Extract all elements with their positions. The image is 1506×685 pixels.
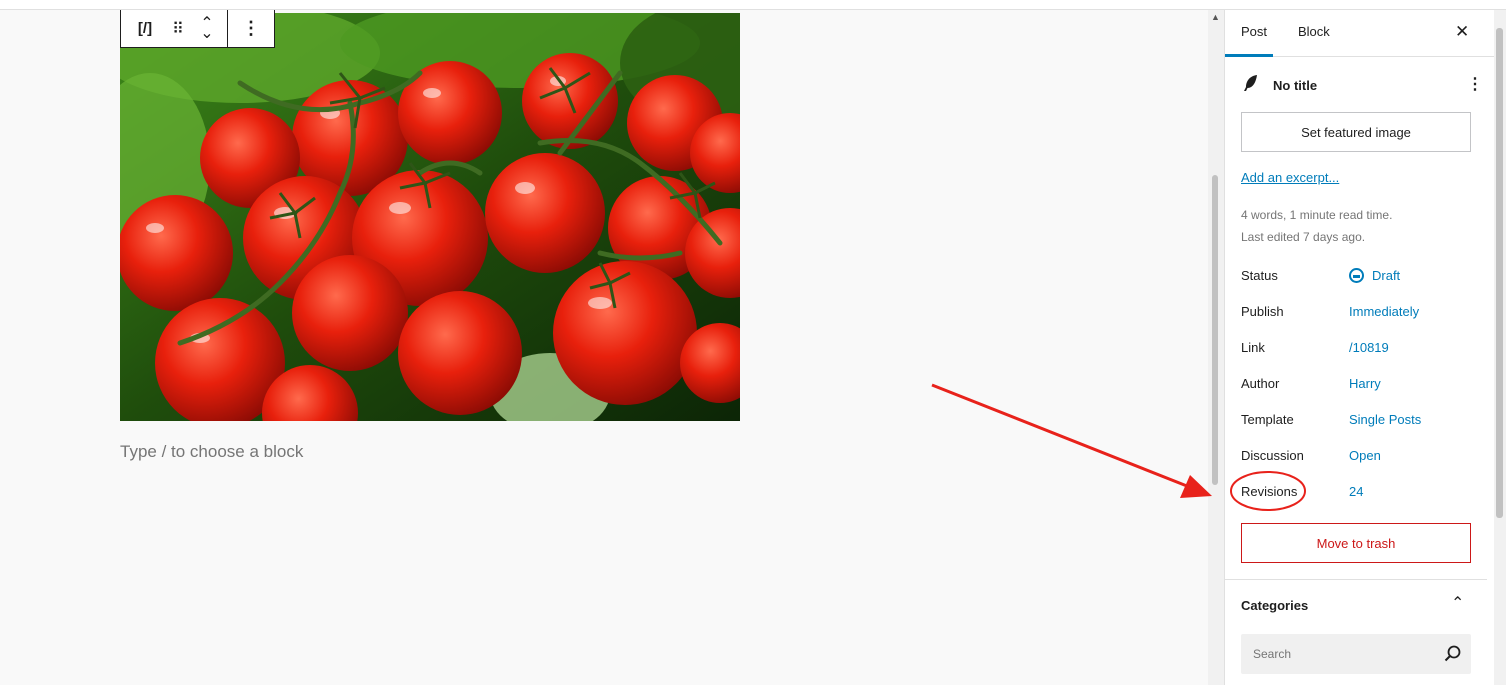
last-edited: Last edited 7 days ago. [1241,230,1366,244]
link-value[interactable]: /10819 [1349,340,1389,355]
tab-block[interactable]: Block [1298,24,1330,39]
sidebar-scrollbar-thumb[interactable] [1496,28,1503,518]
top-bar [0,0,1506,10]
post-summary: No title ⋮ [1241,74,1483,98]
canvas-scrollbar[interactable]: ▲ [1208,10,1224,685]
discussion-value[interactable]: Open [1349,448,1381,463]
categories-search [1241,634,1471,674]
tab-post[interactable]: Post [1241,24,1267,39]
add-excerpt-link[interactable]: Add an excerpt... [1241,170,1339,185]
template-value[interactable]: Single Posts [1349,412,1421,427]
post-meta: 4 words, 1 minute read time. Last edited… [1241,204,1392,248]
author-label: Author [1241,376,1280,391]
author-value[interactable]: Harry [1349,376,1381,391]
close-icon[interactable]: ✕ [1455,22,1469,42]
block-toolbar: [/] ⠿ ⌃ ⌄ ⋮ [120,10,275,48]
set-featured-image-button[interactable]: Set featured image [1241,112,1471,152]
search-icon[interactable] [1443,644,1463,664]
move-block-control: ⌃ ⌄ [187,10,227,48]
status-label: Status [1241,268,1278,283]
block-placeholder[interactable]: Type / to choose a block [120,442,303,462]
template-label: Template [1241,412,1294,427]
shortcode-icon[interactable]: [/] [121,10,169,48]
chevron-up-icon[interactable]: ⌃ [1451,593,1464,613]
word-count: 4 words, 1 minute read time. [1241,208,1393,222]
canvas-scrollbar-thumb[interactable] [1212,175,1218,485]
post-title: No title [1273,78,1318,93]
sidebar-scrollbar[interactable] [1494,10,1506,685]
panel-divider [1225,579,1487,580]
feather-icon [1244,75,1257,91]
sidebar-tabs: Post Block ✕ [1225,10,1495,57]
status-value-text[interactable]: Draft [1372,268,1400,283]
discussion-label: Discussion [1241,448,1304,463]
category-search-input[interactable] [1241,634,1441,674]
link-label: Link [1241,340,1265,355]
revisions-value[interactable]: 24 [1349,484,1363,499]
post-options-icon[interactable]: ⋮ [1467,74,1483,94]
editor-canvas: [/] ⠿ ⌃ ⌄ ⋮ Type / to choose a block [0,10,1208,685]
move-to-trash-button[interactable]: Move to trash [1241,523,1471,563]
revisions-label: Revisions [1241,484,1298,499]
categories-panel-title[interactable]: Categories [1241,598,1308,613]
draft-icon [1349,268,1364,283]
move-down-icon[interactable]: ⌄ [200,25,213,41]
settings-sidebar: Post Block ✕ No title ⋮ Set featured ima… [1224,10,1495,685]
publish-label: Publish [1241,304,1284,319]
tomatoes-image [120,13,740,421]
drag-handle-icon[interactable]: ⠿ [169,10,187,48]
block-options-icon[interactable]: ⋮ [228,10,274,48]
scroll-up-icon[interactable]: ▲ [1211,12,1220,22]
publish-value[interactable]: Immediately [1349,304,1419,319]
image-block[interactable] [120,13,740,421]
active-tab-indicator [1225,54,1273,57]
status-value[interactable]: Draft [1349,268,1400,283]
